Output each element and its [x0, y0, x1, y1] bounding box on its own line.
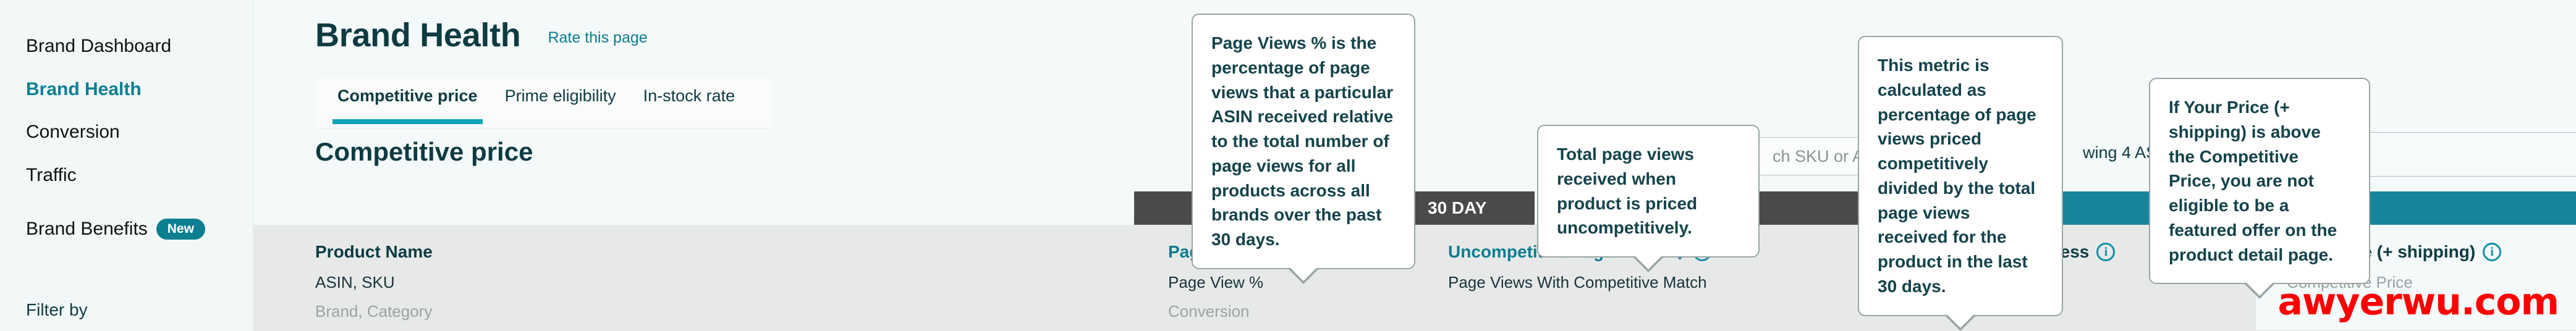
- column-sub2: Conversion: [1168, 302, 1250, 321]
- sidebar-item-conversion[interactable]: Conversion: [0, 111, 253, 154]
- column-sub: Page Views With Competitive Match: [1448, 273, 1707, 291]
- tab-prime-eligibility[interactable]: Prime eligibility: [491, 78, 630, 106]
- tooltip-text: Total page views received when product i…: [1557, 145, 1698, 238]
- sidebar-item-label: Brand Dashboard: [26, 36, 172, 56]
- sidebar-item-label: Conversion: [26, 122, 120, 142]
- rate-this-page-link[interactable]: Rate this page: [548, 29, 647, 47]
- tab-label: Prime eligibility: [504, 86, 616, 105]
- tooltip-text: If Your Price (+ shipping) is above the …: [2169, 98, 2337, 264]
- tab-strip: Competitive price Prime eligibility In-s…: [315, 78, 773, 128]
- sidebar: Brand Dashboard Brand Health Conversion …: [0, 0, 253, 331]
- tooltip-tail-inner: [1946, 313, 1975, 328]
- sidebar-item-brand-dashboard[interactable]: Brand Dashboard: [0, 25, 253, 68]
- tooltip-text: Page Views % is the percentage of page v…: [1211, 33, 1394, 249]
- sidebar-item-label: Brand Benefits: [26, 219, 148, 239]
- column-sub2: Brand, Category: [315, 302, 433, 321]
- sort-dropdown[interactable]: [2345, 132, 2576, 177]
- info-icon[interactable]: i: [2096, 243, 2116, 261]
- tooltip-page-views: Page Views % is the percentage of page v…: [1192, 14, 1415, 284]
- tab-in-stock-rate[interactable]: In-stock rate: [630, 78, 749, 106]
- column-title: Product Name: [315, 242, 1137, 262]
- page-title: Brand Health: [315, 17, 521, 54]
- column-title-label: Product Name: [315, 242, 433, 261]
- tab-competitive-price[interactable]: Competitive price: [324, 78, 491, 124]
- tooltip-uncompetitive-page-views: Total page views received when product i…: [1537, 125, 1760, 272]
- tooltip-price-competitiveness: This metric is calculated as percentage …: [1858, 36, 2063, 331]
- info-icon[interactable]: i: [2483, 243, 2502, 261]
- watermark: awyerwu.com: [2277, 280, 2559, 324]
- tooltip-text: This metric is calculated as percentage …: [1878, 56, 2036, 296]
- column-sub: ASIN, SKU: [315, 273, 395, 291]
- sidebar-item-traffic[interactable]: Traffic: [0, 154, 253, 197]
- filter-by-label: Filter by: [26, 300, 88, 319]
- tooltip-tail-inner: [1289, 266, 1318, 281]
- tooltip-tail-inner: [1634, 255, 1663, 269]
- tab-label: Competitive price: [337, 86, 478, 105]
- tooltip-your-price: If Your Price (+ shipping) is above the …: [2149, 78, 2370, 300]
- app-root: Brand Dashboard Brand Health Conversion …: [0, 0, 2576, 331]
- section-title: Competitive price: [315, 137, 533, 166]
- tooltip-tail-inner: [2245, 282, 2274, 296]
- sidebar-item-label: Brand Health: [26, 78, 142, 99]
- column-product-name: Product Name ASIN, SKU Brand, Category: [253, 225, 1137, 331]
- sidebar-item-brand-health[interactable]: Brand Health: [0, 68, 253, 111]
- sidebar-item-brand-benefits[interactable]: Brand Benefits New: [0, 196, 253, 251]
- tab-label: In-stock rate: [643, 86, 735, 105]
- sidebar-item-label: Traffic: [26, 164, 77, 185]
- new-badge: New: [156, 218, 205, 240]
